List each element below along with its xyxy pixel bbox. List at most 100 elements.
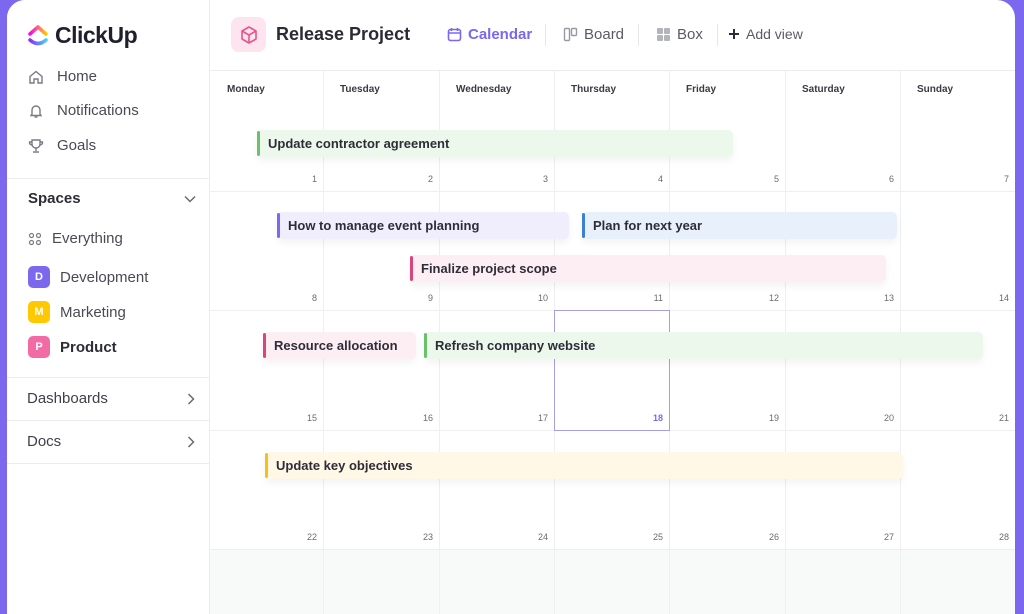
date-cell-number[interactable]: 17: [518, 413, 548, 423]
date-cell-number[interactable]: 18: [633, 413, 663, 423]
date-cell-number[interactable]: 7: [979, 174, 1009, 184]
date-cell-number[interactable]: 19: [749, 413, 779, 423]
event-title: Refresh company website: [435, 338, 596, 353]
date-cell-number[interactable]: 12: [749, 293, 779, 303]
date-cell-number[interactable]: 13: [864, 293, 894, 303]
date-cell-number[interactable]: 28: [979, 532, 1009, 542]
add-view-label: Add view: [746, 26, 803, 42]
box-grid-icon: [657, 28, 670, 41]
home-icon: [27, 68, 44, 85]
sidebar-dashboards[interactable]: Dashboards: [27, 390, 195, 407]
board-icon: [563, 27, 578, 42]
project-header: Release Project Calendar Board Box Add v…: [210, 0, 1015, 71]
clickup-logo-icon: [28, 24, 48, 45]
space-badge: P: [28, 336, 50, 358]
date-cell-number[interactable]: 4: [633, 174, 663, 184]
calendar-event[interactable]: Resource allocation: [263, 332, 416, 359]
chevron-right-icon: [187, 392, 195, 405]
date-cell-number[interactable]: 6: [864, 174, 894, 184]
calendar-event[interactable]: Refresh company website: [424, 332, 983, 359]
day-header-wednesday: Wednesday: [456, 84, 512, 95]
empty-week-row: [210, 549, 1015, 614]
sidebar-divider: [7, 377, 210, 378]
row-divider: [210, 191, 1015, 192]
date-cell-number[interactable]: 14: [979, 293, 1009, 303]
app-name: ClickUp: [55, 22, 138, 48]
nav-home[interactable]: Home: [27, 68, 97, 85]
date-cell-number[interactable]: 11: [633, 293, 663, 303]
space-label: Product: [60, 338, 117, 356]
project-icon: [231, 17, 266, 52]
spaces-label: Spaces: [28, 190, 81, 207]
calendar-event[interactable]: Plan for next year: [582, 212, 897, 239]
date-cell-number[interactable]: 10: [518, 293, 548, 303]
project-title: Release Project: [276, 24, 411, 44]
date-cell-number[interactable]: 15: [287, 413, 317, 423]
tab-separator: [717, 24, 718, 46]
tab-board-label: Board: [584, 26, 625, 43]
space-label: Marketing: [60, 303, 126, 321]
clickup-logo[interactable]: ClickUp: [27, 22, 138, 49]
date-cell-number[interactable]: 8: [287, 293, 317, 303]
tab-box[interactable]: Box: [656, 26, 703, 43]
nav-notifications[interactable]: Notifications: [27, 102, 139, 119]
date-cell-number[interactable]: 24: [518, 532, 548, 542]
event-title: Finalize project scope: [421, 261, 557, 276]
tab-separator: [638, 24, 639, 46]
date-cell-number[interactable]: 26: [749, 532, 779, 542]
space-everything[interactable]: Everything: [28, 230, 123, 247]
date-cell-number[interactable]: 21: [979, 413, 1009, 423]
sidebar-docs[interactable]: Docs: [27, 433, 195, 450]
nav-goals-label: Goals: [57, 137, 97, 154]
event-title: Update key objectives: [276, 458, 413, 473]
calendar-icon: [447, 28, 462, 42]
tab-calendar-label: Calendar: [468, 26, 533, 43]
date-cell-number[interactable]: 27: [864, 532, 894, 542]
space-badge: M: [28, 301, 50, 323]
space-label: Development: [60, 268, 149, 286]
nav-goals[interactable]: Goals: [27, 137, 96, 154]
tab-board[interactable]: Board: [563, 26, 624, 43]
date-cell-number[interactable]: 23: [403, 532, 433, 542]
sidebar-divider: [7, 420, 210, 421]
nav-notifications-label: Notifications: [57, 102, 139, 119]
space-development[interactable]: D Development: [28, 266, 148, 288]
date-cell-number[interactable]: 16: [403, 413, 433, 423]
tab-calendar[interactable]: Calendar: [447, 26, 532, 43]
day-header-sunday: Sunday: [917, 84, 954, 95]
date-cell-number[interactable]: 3: [518, 174, 548, 184]
spaces-header[interactable]: Spaces: [28, 190, 196, 207]
date-cell-number[interactable]: 22: [287, 532, 317, 542]
chevron-right-icon: [187, 435, 195, 448]
day-header-monday: Monday: [227, 84, 265, 95]
calendar-grid: Monday Tuesday Wednesday Thursday Friday Satu…: [210, 71, 1015, 614]
everything-grid-icon: [28, 232, 42, 245]
row-divider: [210, 549, 1015, 550]
calendar-event[interactable]: How to manage event planning: [277, 212, 569, 239]
date-cell-number[interactable]: 9: [403, 293, 433, 303]
date-cell-number[interactable]: 5: [749, 174, 779, 184]
event-title: Update contractor agreement: [268, 136, 450, 151]
space-marketing[interactable]: M Marketing: [28, 301, 126, 323]
day-header-friday: Friday: [686, 84, 717, 95]
date-cell-number[interactable]: 25: [633, 532, 663, 542]
calendar-event[interactable]: Update key objectives: [265, 452, 903, 479]
date-cell-number[interactable]: 20: [864, 413, 894, 423]
day-header-thursday: Thursday: [571, 84, 617, 95]
date-cell-number[interactable]: 2: [403, 174, 433, 184]
calendar-event[interactable]: Update contractor agreement: [257, 130, 733, 157]
cube-icon: [240, 25, 257, 44]
date-cell-number[interactable]: 1: [287, 174, 317, 184]
nav-home-label: Home: [57, 68, 98, 85]
bell-icon: [27, 102, 44, 119]
chevron-down-icon[interactable]: [184, 195, 196, 203]
app-window: ClickUp Home Notifications Goals Spaces: [7, 0, 1015, 614]
day-header-saturday: Saturday: [802, 84, 845, 95]
space-product[interactable]: P Product: [28, 336, 117, 358]
event-title: Resource allocation: [274, 338, 398, 353]
sidebar-divider: [7, 178, 210, 179]
calendar-event[interactable]: Finalize project scope: [410, 255, 886, 282]
docs-label: Docs: [27, 433, 62, 450]
add-view-button[interactable]: Add view: [728, 26, 803, 42]
tab-separator: [545, 24, 546, 46]
